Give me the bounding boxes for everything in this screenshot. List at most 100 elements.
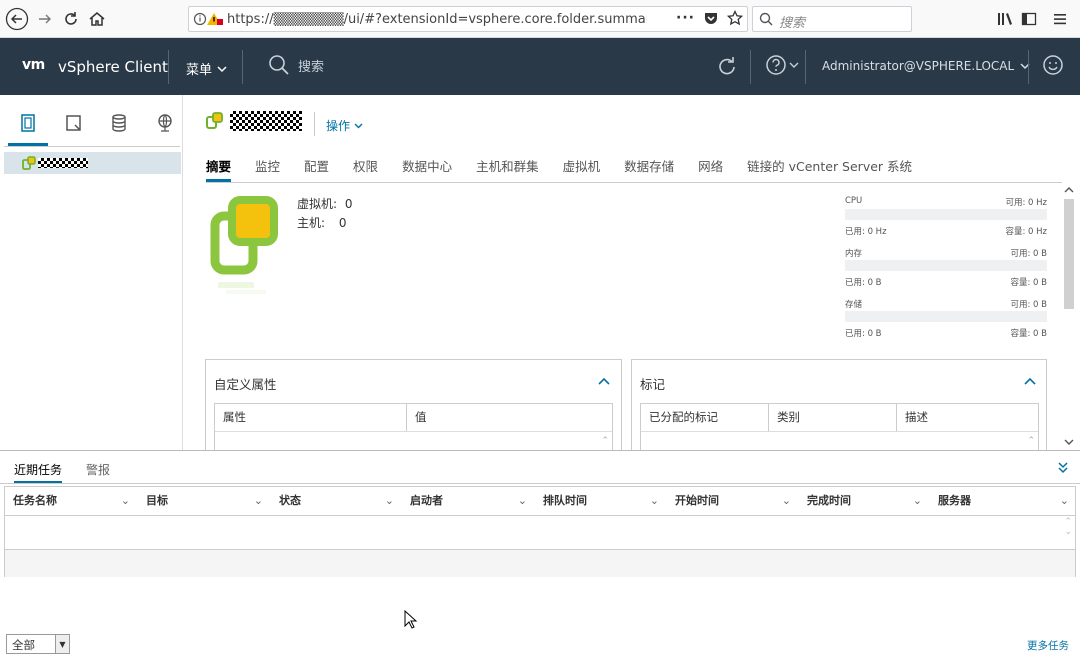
chevron-down-icon[interactable]: ⌄ <box>782 487 791 515</box>
storage-view-tab[interactable] <box>109 113 129 133</box>
tags-portlet: 标记 已分配的标记 类别 描述 ⌃ <box>631 359 1047 451</box>
browser-search-input[interactable]: 搜索 <box>752 6 912 32</box>
datacenter-large-icon <box>206 196 282 306</box>
page-actions-icon[interactable]: ··· <box>676 10 695 26</box>
scroll-down-icon[interactable] <box>1062 437 1076 447</box>
cpu-free: 可用: 0 Hz <box>1005 198 1047 208</box>
column-header[interactable]: 描述 <box>897 404 1037 431</box>
tab-3[interactable]: 权限 <box>353 156 378 182</box>
app-title[interactable]: vSphere Client <box>58 58 168 76</box>
forward-arrow-icon <box>39 14 51 24</box>
reload-button[interactable] <box>58 6 84 32</box>
vm-count-label: 虚拟机: <box>297 197 338 211</box>
tab-alarms[interactable]: 警报 <box>86 461 110 483</box>
tab-2[interactable]: 配置 <box>304 156 329 182</box>
menu-button[interactable]: 菜单 <box>186 59 228 78</box>
task-column-header[interactable]: 开始时间 ⌄ <box>667 487 799 515</box>
bookmark-star-icon[interactable] <box>727 10 743 26</box>
collapse-portlet-button[interactable] <box>598 376 610 386</box>
column-label: 状态 <box>279 494 301 507</box>
networking-icon <box>158 114 172 132</box>
column-label: 完成时间 <box>807 494 851 507</box>
app-header: vm vSphere Client 菜单 搜索 Administrator@VS… <box>0 38 1080 95</box>
chevron-down-icon <box>789 62 799 68</box>
scrollbar-thumb[interactable] <box>1064 199 1074 309</box>
tree-item-vcenter[interactable] <box>4 152 181 174</box>
collapse-tasks-button[interactable] <box>1057 460 1069 474</box>
more-tasks-link[interactable]: 更多任务 <box>1027 638 1069 653</box>
double-chevron-down-icon <box>1058 462 1068 474</box>
hosts-clusters-view-tab[interactable] <box>19 113 39 133</box>
tab-4[interactable]: 数据中心 <box>402 156 452 182</box>
vms-templates-view-tab[interactable] <box>64 113 84 133</box>
browser-menu-button[interactable] <box>1049 8 1071 30</box>
back-arrow-icon <box>5 7 29 31</box>
chevron-down-icon[interactable]: ⌄ <box>518 487 527 515</box>
column-label: 排队时间 <box>543 494 587 507</box>
library-button[interactable] <box>994 8 1016 30</box>
feedback-button[interactable] <box>1042 54 1064 76</box>
chevron-down-icon[interactable]: ⌄ <box>913 487 922 515</box>
storage-used: 已用: 0 B <box>845 329 882 339</box>
actions-menu-button[interactable]: 操作 <box>326 117 363 134</box>
chevron-down-icon[interactable]: ⌄ <box>650 487 659 515</box>
tab-6[interactable]: 虚拟机 <box>563 156 601 182</box>
navigator-panel <box>0 95 183 450</box>
pocket-icon[interactable] <box>703 10 719 26</box>
column-header[interactable]: 属性 <box>215 404 406 431</box>
task-column-header[interactable]: 目标 ⌄ <box>138 487 271 515</box>
main-scrollbar[interactable] <box>1062 183 1076 449</box>
table-scroll-controls[interactable]: ⌃ ⌄ <box>1064 517 1072 537</box>
home-button[interactable] <box>84 6 110 32</box>
chevron-down-icon[interactable]: ⌄ <box>121 487 130 515</box>
task-column-header[interactable]: 状态 ⌄ <box>271 487 402 515</box>
header-divider <box>168 50 169 84</box>
tab-0[interactable]: 摘要 <box>206 156 232 182</box>
tab-8[interactable]: 网络 <box>698 156 723 182</box>
help-icon <box>766 55 786 75</box>
tab-9[interactable]: 链接的 vCenter Server 系统 <box>747 156 912 182</box>
task-filter-select[interactable]: 全部 ▼ <box>6 634 70 654</box>
back-button[interactable] <box>4 6 30 32</box>
task-column-header[interactable]: 启动者 ⌄ <box>402 487 535 515</box>
chevron-down-icon <box>1020 63 1030 70</box>
forward-button[interactable] <box>32 6 58 32</box>
scroll-up-icon[interactable] <box>1062 185 1076 195</box>
help-button[interactable] <box>765 54 799 76</box>
user-menu[interactable]: Administrator@VSPHERE.LOCAL <box>822 59 1031 73</box>
chevron-down-icon[interactable]: ⌄ <box>254 487 263 515</box>
tab-recent-tasks[interactable]: 近期任务 <box>14 461 63 483</box>
task-column-header[interactable]: 排队时间 ⌄ <box>535 487 667 515</box>
task-column-header[interactable]: 服务器 ⌄ <box>930 487 1077 515</box>
url-text: https://▒▒▒▒▒▒▒/ui/#?extensionId=vsphere… <box>227 12 647 27</box>
collapse-portlet-button[interactable] <box>1024 376 1036 386</box>
tab-1[interactable]: 监控 <box>255 156 280 182</box>
redacted-object-title <box>230 111 302 131</box>
column-header[interactable]: 已分配的标记 <box>641 404 768 431</box>
cpu-usage-bar <box>845 209 1047 220</box>
column-header[interactable]: 值 <box>407 404 607 431</box>
scroll-up-icon[interactable]: ⌃ <box>1027 436 1035 446</box>
url-bar[interactable]: https://▒▒▒▒▒▒▒/ui/#?extensionId=vsphere… <box>188 6 748 32</box>
global-search[interactable]: 搜索 <box>268 54 324 76</box>
task-column-header[interactable]: 完成时间 ⌄ <box>799 487 930 515</box>
sidebar-button[interactable] <box>1018 8 1040 30</box>
refresh-button[interactable] <box>716 54 738 78</box>
task-column-header[interactable]: 任务名称 ⌄ <box>5 487 138 515</box>
chevron-down-icon <box>217 65 227 72</box>
panel-splitter[interactable] <box>0 450 1080 451</box>
column-header[interactable]: 类别 <box>769 404 896 431</box>
bottom-panel-tabs: 近期任务 警报 <box>14 461 110 483</box>
chevron-down-icon <box>354 123 363 129</box>
tab-5[interactable]: 主机和群集 <box>476 156 539 182</box>
scroll-up-icon[interactable]: ⌃ <box>601 436 609 446</box>
networking-view-tab[interactable] <box>155 113 175 133</box>
memory-usage-bar <box>845 260 1047 271</box>
header-divider <box>5 515 1075 516</box>
chevron-down-icon[interactable]: ⌄ <box>1060 487 1069 515</box>
refresh-icon <box>719 57 735 75</box>
tab-7[interactable]: 数据存储 <box>624 156 674 182</box>
hosts-clusters-icon <box>21 114 35 132</box>
chevron-down-icon[interactable]: ⌄ <box>385 487 394 515</box>
site-info-icon <box>193 12 223 26</box>
